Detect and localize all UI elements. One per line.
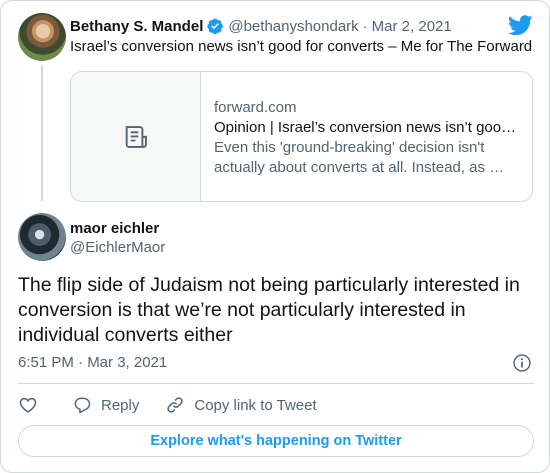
- tweet-actions: Reply Copy link to Tweet: [18, 394, 317, 416]
- link-thumbnail: [71, 72, 201, 201]
- parent-tweet-date[interactable]: Mar 2, 2021: [372, 18, 452, 35]
- reply-button[interactable]: Reply: [72, 395, 139, 415]
- copy-link-label: Copy link to Tweet: [194, 396, 317, 414]
- twitter-bird-icon[interactable]: [508, 15, 533, 36]
- link-icon: [167, 397, 184, 413]
- like-button[interactable]: [18, 395, 38, 415]
- link-preview-card[interactable]: forward.com Opinion | Israel’s conversio…: [70, 71, 533, 202]
- author-name[interactable]: maor eichler: [70, 220, 159, 237]
- copy-link-button[interactable]: Copy link to Tweet: [165, 395, 317, 415]
- author-avatar[interactable]: [18, 213, 66, 261]
- document-icon: [125, 125, 147, 148]
- reply-icon: [74, 397, 91, 414]
- link-card-body: forward.com Opinion | Israel’s conversio…: [214, 98, 519, 178]
- tweet-timestamp[interactable]: 6:51 PM · Mar 3, 2021: [18, 354, 167, 371]
- parent-tweet-text: Israel’s conversion news isn’t good for …: [70, 38, 533, 55]
- embedded-tweet-card: Bethany S. Mandel @bethanyshondark · Mar…: [0, 0, 550, 473]
- heart-icon: [19, 397, 37, 413]
- parent-author-name[interactable]: Bethany S. Mandel: [70, 18, 203, 35]
- divider: [18, 383, 534, 384]
- parent-author-handle[interactable]: @bethanyshondark: [228, 18, 358, 35]
- tweet-text: The flip side of Judaism not being parti…: [18, 274, 520, 346]
- link-description: Even this 'ground-breaking' decision isn…: [214, 139, 505, 176]
- author-handle[interactable]: @EichlerMaor: [70, 239, 165, 256]
- verified-badge-icon: [207, 18, 224, 35]
- parent-tweet-header: Bethany S. Mandel @bethanyshondark · Mar…: [70, 16, 452, 36]
- link-title: Opinion | Israel’s conversion news isn’t…: [214, 119, 517, 136]
- link-domain: forward.com: [214, 99, 297, 116]
- info-icon[interactable]: [512, 353, 532, 373]
- thread-connector-line: [41, 65, 43, 201]
- explore-twitter-button[interactable]: Explore what's happening on Twitter: [18, 425, 534, 457]
- parent-author-avatar[interactable]: [18, 13, 66, 61]
- header-separator: ·: [362, 17, 368, 35]
- reply-label: Reply: [101, 396, 140, 414]
